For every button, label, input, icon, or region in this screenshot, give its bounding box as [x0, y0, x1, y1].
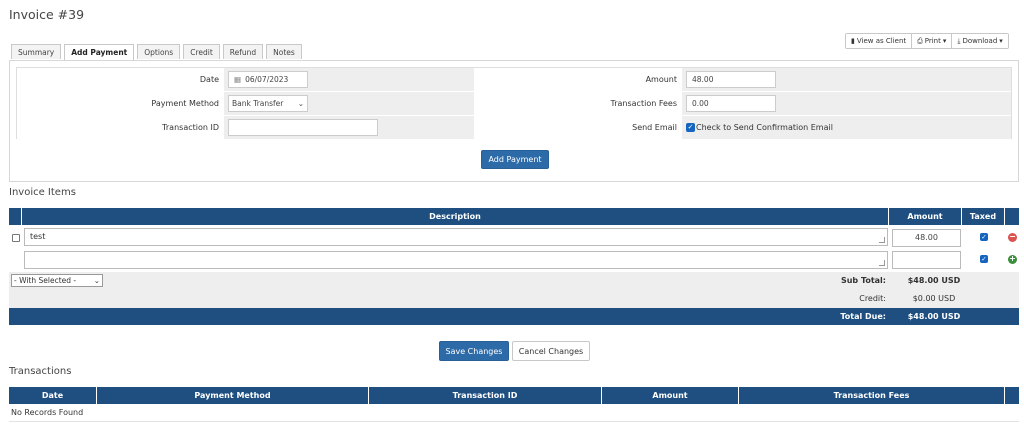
column-header — [9, 208, 22, 225]
amount-input[interactable]: 48.00 — [686, 71, 776, 88]
invoice-items-heading: Invoice Items — [9, 187, 76, 198]
transaction-fees-input[interactable]: 0.00 — [686, 95, 776, 112]
item-description-input[interactable]: test — [24, 228, 888, 246]
new-item-taxed-checkbox[interactable]: ✓ — [980, 255, 988, 263]
add-payment-button[interactable]: Add Payment — [481, 150, 549, 169]
add-item-icon[interactable]: + — [1008, 255, 1017, 264]
payment-method-label: Payment Method — [17, 92, 224, 115]
column-header — [1005, 387, 1019, 404]
column-header: Payment Method — [97, 387, 369, 404]
print-button[interactable]: ⎙ Print ▾ — [912, 34, 953, 48]
row-select-checkbox[interactable] — [12, 234, 20, 242]
invoice-items-header: Description Amount Taxed — [9, 208, 1019, 225]
caret-down-icon: ▾ — [999, 37, 1003, 45]
form-row: Date ▦ 06/07/2023 Amount 48.00 — [17, 68, 1011, 91]
table-row: test 48.00 ✓ − — [9, 227, 1019, 249]
date-input[interactable]: ▦ 06/07/2023 — [228, 71, 308, 88]
caret-down-icon: ▾ — [942, 37, 947, 45]
invoice-actions: ▮ View as Client ⎙ Print ▾ ⤓ Download ▾ — [845, 33, 1009, 49]
chevron-down-icon: ⌄ — [93, 276, 100, 285]
view-as-client-button[interactable]: ▮ View as Client — [846, 34, 913, 48]
tab-credit[interactable]: Credit — [183, 44, 220, 59]
calendar-icon: ▦ — [234, 75, 242, 84]
transactions-heading: Transactions — [9, 366, 72, 377]
total-due-label: Total Due: — [840, 312, 886, 321]
date-label: Date — [17, 68, 224, 91]
tab-add-payment[interactable]: Add Payment — [64, 44, 135, 60]
transactions-header: Date Payment Method Transaction ID Amoun… — [9, 387, 1019, 404]
item-taxed-checkbox[interactable]: ✓ — [980, 233, 988, 241]
tab-summary[interactable]: Summary — [11, 44, 62, 59]
invoice-tabs: Summary Add Payment Options Credit Refun… — [11, 44, 302, 60]
no-records-text: No Records Found — [11, 408, 84, 417]
transaction-id-label: Transaction ID — [17, 116, 224, 139]
new-item-description-input[interactable] — [24, 251, 888, 269]
form-row: Payment Method Bank Transfer ⌄ Transacti… — [17, 92, 1011, 115]
total-due-row: Total Due: $48.00 USD — [9, 308, 1019, 325]
column-header: Amount — [889, 208, 962, 225]
item-amount-input[interactable]: 48.00 — [892, 229, 961, 247]
column-header: Amount — [602, 387, 739, 404]
page-title: Invoice #39 — [9, 7, 85, 22]
transaction-fees-label: Transaction Fees — [474, 92, 682, 115]
tab-notes[interactable]: Notes — [266, 44, 302, 59]
send-email-check-label: Check to Send Confirmation Email — [696, 123, 833, 132]
payment-method-select[interactable]: Bank Transfer ⌄ — [228, 95, 308, 112]
column-header: Description — [22, 208, 889, 225]
new-item-amount-input[interactable] — [892, 251, 961, 269]
credit-row: Credit: $0.00 USD — [9, 290, 1019, 308]
download-icon: ⤓ — [957, 36, 961, 45]
send-email-checkbox[interactable]: ✓ — [686, 123, 695, 132]
column-header: Transaction ID — [369, 387, 602, 404]
clipboard-icon: ▮ — [851, 37, 855, 45]
download-button[interactable]: ⤓ Download ▾ — [952, 34, 1008, 48]
remove-item-icon[interactable]: − — [1008, 233, 1017, 242]
chevron-down-icon: ⌄ — [297, 99, 304, 108]
form-row: Transaction ID Send Email ✓ Check to Sen… — [17, 116, 1011, 139]
transaction-id-input[interactable] — [228, 119, 378, 136]
table-row: ✓ + — [9, 250, 1019, 272]
subtotal-row: - With Selected - ⌄ Sub Total: $48.00 US… — [9, 272, 1019, 290]
subtotal-value: $48.00 USD — [907, 276, 961, 285]
credit-label: Credit: — [859, 294, 886, 303]
save-changes-button[interactable]: Save Changes — [439, 341, 509, 361]
divider — [9, 421, 1019, 422]
send-email-label: Send Email — [474, 116, 682, 139]
column-header: Taxed — [962, 208, 1005, 225]
credit-value: $0.00 USD — [912, 294, 956, 303]
column-header: Date — [9, 387, 97, 404]
with-selected-select[interactable]: - With Selected - ⌄ — [11, 274, 103, 287]
cancel-changes-button[interactable]: Cancel Changes — [512, 341, 590, 361]
column-header — [1005, 208, 1019, 225]
printer-icon: ⎙ — [917, 36, 923, 45]
column-header: Transaction Fees — [739, 387, 1005, 404]
total-due-value: $48.00 USD — [907, 312, 961, 321]
payment-form: Date ▦ 06/07/2023 Amount 48.00 Payment Me… — [16, 67, 1012, 139]
amount-label: Amount — [474, 68, 682, 91]
tab-options[interactable]: Options — [137, 44, 181, 59]
tab-refund[interactable]: Refund — [222, 44, 264, 59]
add-payment-panel: Date ▦ 06/07/2023 Amount 48.00 Payment Me… — [9, 60, 1019, 182]
subtotal-label: Sub Total: — [840, 276, 886, 285]
